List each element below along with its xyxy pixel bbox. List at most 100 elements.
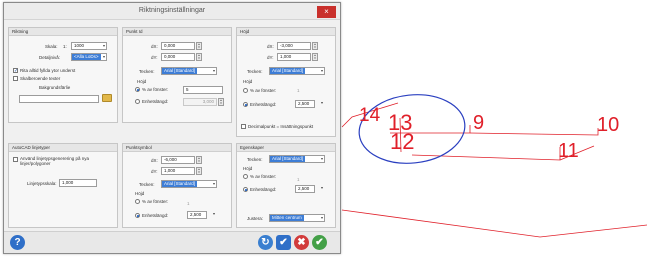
- fill-checkbox[interactable]: ✓: [13, 68, 18, 74]
- egenskaper-tecken-label: Tecken:: [247, 157, 263, 162]
- hojd-tecken-value: Arial [Standard]: [270, 68, 306, 74]
- punkt-id-panel: Punkt Id dX: 0,000 ▴ ▾ dY: 0,000 ▴ ▾ Tecke…: [122, 27, 232, 123]
- autocad-check-label: Använd linjetypsgenerering på nya linjer…: [20, 156, 90, 166]
- egenskaper-enhet-radio[interactable]: [243, 187, 248, 192]
- justera-select[interactable]: Mitten centrum ▾: [269, 214, 325, 222]
- hojd-dx-field[interactable]: -3,000: [277, 42, 311, 50]
- dialog-title: Riktningsinställningar: [138, 7, 206, 14]
- hojd-enhet-label: Enhetslängd:: [250, 102, 277, 107]
- punktsymbol-dx-field[interactable]: -6,000: [161, 156, 195, 164]
- chevron-down-icon: ▾: [320, 215, 323, 220]
- hojd-pct-value: 1: [297, 88, 300, 93]
- chevron-down-icon: ▾: [320, 185, 323, 190]
- punktsymbol-pct-radio[interactable]: [135, 199, 140, 204]
- punktsymbol-enhet-dropdown[interactable]: ▾: [208, 211, 216, 219]
- punkt-id-pct-radio[interactable]: [135, 87, 140, 92]
- skala-label: Skala:: [45, 44, 58, 49]
- autocad-checkbox[interactable]: [13, 157, 18, 162]
- hojd-enhet-radio[interactable]: [243, 102, 248, 107]
- hojd-enhet-field[interactable]: 2,500: [295, 100, 315, 108]
- egenskaper-tecken-select[interactable]: Arial [Standard] ▾: [269, 155, 325, 163]
- hojd-hojd-label: Höjd: [243, 79, 253, 84]
- hojd-dy-field[interactable]: 1,000: [277, 53, 311, 61]
- decimal-label: Decimalpunkt = Insättningspunkt: [248, 124, 314, 129]
- punktsymbol-enhet-radio[interactable]: [135, 213, 140, 218]
- egenskaper-hojd-label: Höjd: [243, 166, 253, 171]
- egenskaper-enhet-label: Enhetslängd:: [250, 187, 277, 192]
- justera-value: Mitten centrum: [270, 215, 304, 221]
- punktsymbol-pct-value: 1: [187, 201, 190, 206]
- point-label-14: 14: [359, 105, 381, 126]
- line-12-11: [411, 147, 561, 161]
- close-button[interactable]: ×: [317, 6, 336, 18]
- point-label-10: 10: [597, 114, 620, 136]
- hojd-enhet-dropdown[interactable]: ▾: [316, 100, 324, 108]
- riktning-panel: Riktning Skala: 1: 1000 ▾ Detaljnivå: <Al…: [8, 27, 118, 123]
- detalj-select[interactable]: <Alla LoDs> ▾: [71, 53, 107, 61]
- bg-label: Bakgrundsfärlie: [39, 85, 71, 90]
- hojd-tecken-select[interactable]: Arial [Standard] ▾: [269, 67, 325, 75]
- chevron-down-icon: ▾: [212, 68, 215, 73]
- help-button[interactable]: ?: [10, 235, 25, 250]
- text-checkbox[interactable]: [13, 76, 18, 81]
- punktsymbol-dy-stepper[interactable]: ▴ ▾: [196, 167, 202, 175]
- chevron-down-icon: ▾: [212, 211, 215, 216]
- skala-value: 1000: [74, 43, 85, 48]
- autocad-skala-field[interactable]: 1,000: [59, 179, 97, 187]
- folder-icon[interactable]: [102, 94, 112, 102]
- screenshot-stage: 14 13 12 9 10 11 Riktningsinställningar …: [0, 0, 647, 257]
- decimal-checkbox[interactable]: [241, 124, 246, 129]
- hojd-pct-radio[interactable]: [243, 88, 248, 93]
- punkt-id-dx-stepper[interactable]: ▴ ▾: [196, 42, 202, 50]
- hojd-panel: Höjd dX: -3,000 ▴ ▾ dY: 1,000 ▴ ▾ Tecken: …: [236, 27, 336, 137]
- detalj-label: Detaljnivå:: [39, 55, 61, 60]
- punktsymbol-dy-field[interactable]: 1,000: [161, 167, 195, 175]
- egenskaper-pct-radio[interactable]: [243, 174, 248, 179]
- punkt-id-enhet-stepper[interactable]: ▴ ▾: [218, 98, 224, 106]
- punktsymbol-dx-label: dX:: [151, 158, 158, 163]
- punkt-id-tecken-select[interactable]: Arial [Standard] ▾: [161, 67, 217, 75]
- line-9-10: [469, 128, 599, 136]
- punktsymbol-tecken-select[interactable]: Arial [Standard] ▾: [161, 180, 217, 188]
- chevron-down-icon: ▾: [212, 181, 215, 186]
- punktsymbol-dx-stepper[interactable]: ▴ ▾: [196, 156, 202, 164]
- punkt-id-dy-field[interactable]: 0,000: [161, 53, 195, 61]
- punkt-id-tecken-label: Tecken:: [139, 69, 155, 74]
- autocad-panel: AutoCAD linjetyper Använd linjetypsgener…: [8, 143, 118, 228]
- punkt-id-enhet-label: Enhetslängd:: [142, 99, 169, 104]
- chevron-down-icon: ▾: [320, 68, 323, 73]
- punkt-id-dx-field[interactable]: 0,000: [161, 42, 195, 50]
- refresh-button[interactable]: ↻: [258, 235, 273, 250]
- settings-dialog: Riktningsinställningar × Riktning Skala:…: [3, 2, 341, 254]
- text-checkbox-label: Skalberoende texter: [20, 76, 61, 81]
- hojd-dy-label: dY:: [267, 55, 274, 60]
- punkt-id-dy-stepper[interactable]: ▴ ▾: [196, 53, 202, 61]
- punkt-id-enhet-radio[interactable]: [135, 99, 140, 104]
- punktsymbol-enhet-label: Enhetslängd:: [142, 213, 169, 218]
- apply-button[interactable]: ✔: [312, 235, 327, 250]
- line-lower: [341, 209, 647, 238]
- punkt-id-pct-label: % av fönster:: [142, 87, 169, 92]
- egenskaper-pct-value: 1: [297, 177, 300, 182]
- bg-field[interactable]: [19, 95, 99, 103]
- point-label-12: 12: [390, 129, 415, 154]
- dialog-titlebar[interactable]: Riktningsinställningar ×: [4, 3, 340, 20]
- egenskaper-enhet-field[interactable]: 2,500: [295, 185, 315, 193]
- punktsymbol-enhet-field[interactable]: 2,500: [187, 211, 207, 219]
- point-label-9: 9: [473, 112, 485, 134]
- punktsymbol-tecken-label: Tecken:: [139, 182, 155, 187]
- punkt-id-pct-field[interactable]: 5: [183, 86, 223, 94]
- punktsymbol-panel: Punktsymbol dX: -6,000 ▴ ▾ dY: 1,000 ▴ ▾ T…: [122, 143, 232, 228]
- skala-select[interactable]: 1000 ▾: [71, 42, 107, 50]
- cancel-button[interactable]: ✖: [294, 235, 309, 250]
- hojd-dy-stepper[interactable]: ▴ ▾: [312, 53, 318, 61]
- hojd-dx-stepper[interactable]: ▴ ▾: [312, 42, 318, 50]
- punkt-id-tecken-value: Arial [Standard]: [162, 68, 198, 74]
- ok-button[interactable]: ✔: [276, 235, 291, 250]
- punkt-id-enhet-field[interactable]: 3,000: [183, 98, 217, 106]
- riktning-header: Riktning: [9, 28, 117, 36]
- punktsymbol-tecken-value: Arial [Standard]: [162, 181, 198, 187]
- punkt-id-dx-label: dX:: [151, 44, 158, 49]
- egenskaper-enhet-dropdown[interactable]: ▾: [316, 185, 324, 193]
- egenskaper-panel: Egenskaper Tecken: Arial [Standard] ▾ Höj…: [236, 143, 336, 228]
